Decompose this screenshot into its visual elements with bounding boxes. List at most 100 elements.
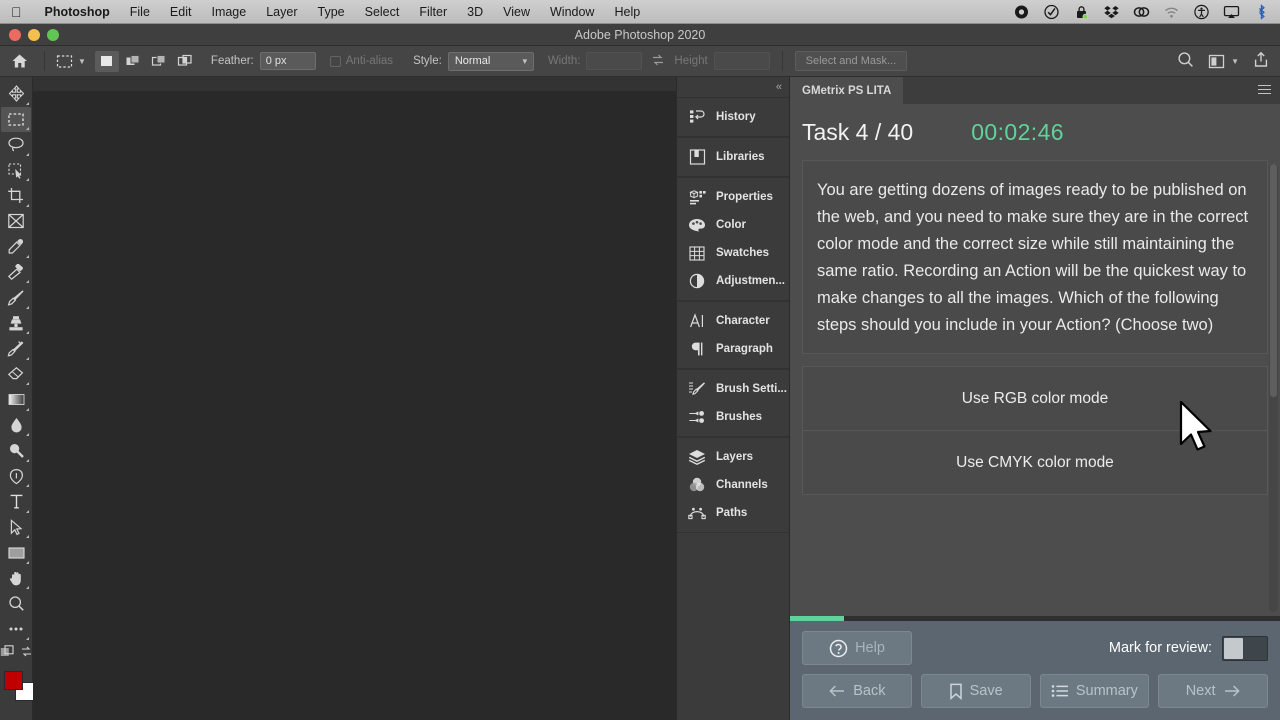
menu-edit[interactable]: Edit: [160, 0, 202, 24]
workspace-switcher[interactable]: ▼: [1208, 54, 1239, 69]
flyout-indicator: [26, 331, 29, 334]
close-window-button[interactable]: [9, 28, 21, 41]
answer-option-cmyk[interactable]: Use CMYK color mode: [802, 430, 1268, 495]
panel-item-brushes[interactable]: Brushes: [677, 403, 789, 431]
search-icon[interactable]: [1177, 51, 1194, 71]
subtract-from-selection-icon[interactable]: [147, 51, 171, 72]
panel-item-libraries[interactable]: Libraries: [677, 143, 789, 171]
anti-alias-checkbox[interactable]: Anti-alias: [329, 55, 393, 67]
wifi-icon[interactable]: [1163, 4, 1180, 20]
color-swatches[interactable]: [1, 665, 34, 701]
lasso-tool[interactable]: [1, 132, 31, 158]
panel-item-paragraph[interactable]: Paragraph: [677, 335, 789, 363]
panel-label: Libraries: [716, 151, 765, 163]
minimize-window-button[interactable]: [28, 28, 40, 41]
dropbox-icon[interactable]: [1103, 4, 1120, 20]
feather-input[interactable]: 0 px: [259, 52, 316, 70]
intersect-selection-icon[interactable]: [173, 51, 197, 72]
options-bar-right: ▼: [1177, 51, 1280, 71]
bluetooth-icon[interactable]: [1253, 3, 1270, 20]
summary-button[interactable]: Summary: [1039, 674, 1150, 708]
home-icon[interactable]: [0, 53, 38, 69]
brush-tool[interactable]: [1, 285, 31, 311]
creative-cloud-icon[interactable]: [1133, 4, 1150, 20]
panel-item-swatches[interactable]: Swatches: [677, 239, 789, 267]
mark-for-review-toggle[interactable]: [1222, 635, 1268, 661]
crop-tool[interactable]: [1, 183, 31, 209]
type-tool[interactable]: [1, 489, 31, 515]
pen-tool[interactable]: [1, 464, 31, 490]
menu-photoshop[interactable]: Photoshop: [35, 0, 120, 24]
help-button[interactable]: Help: [802, 631, 912, 665]
record-circle-icon[interactable]: [1013, 4, 1030, 20]
new-selection-icon[interactable]: [94, 50, 119, 72]
select-and-mask-button[interactable]: Select and Mask...: [794, 51, 908, 71]
apple-logo-icon[interactable]: : [11, 5, 22, 19]
airplay-icon[interactable]: [1223, 4, 1240, 20]
menu-select[interactable]: Select: [355, 0, 410, 24]
chevron-down-icon[interactable]: ▼: [78, 57, 86, 66]
accessibility-icon[interactable]: [1193, 4, 1210, 20]
swap-colors-icon[interactable]: [20, 645, 33, 663]
next-button[interactable]: Next: [1158, 674, 1268, 708]
panel-item-history[interactable]: History: [677, 103, 789, 131]
dodge-tool[interactable]: [1, 438, 31, 464]
menu-window[interactable]: Window: [540, 0, 604, 24]
workspace-icon: [1208, 54, 1225, 68]
style-select[interactable]: Normal ▼: [447, 51, 534, 71]
menu-help[interactable]: Help: [604, 0, 650, 24]
color-palette-icon: [687, 218, 707, 232]
menu-layer[interactable]: Layer: [256, 0, 307, 24]
eyedropper-tool[interactable]: [1, 234, 31, 260]
move-tool[interactable]: [1, 81, 31, 107]
zoom-tool[interactable]: [1, 591, 31, 617]
blur-tool[interactable]: [1, 413, 31, 439]
current-tool-selector[interactable]: ▼: [51, 53, 89, 70]
question-scrollbar[interactable]: [1269, 164, 1278, 612]
edit-toolbar-button[interactable]: [1, 617, 31, 643]
menu-image[interactable]: Image: [201, 0, 256, 24]
menu-filter[interactable]: Filter: [409, 0, 457, 24]
quick-selection-tool[interactable]: [1, 158, 31, 184]
eraser-tool[interactable]: [1, 362, 31, 388]
menu-view[interactable]: View: [493, 0, 540, 24]
panel-item-color[interactable]: Color: [677, 211, 789, 239]
rectangle-tool[interactable]: [1, 540, 31, 566]
panel-item-properties[interactable]: Properties: [677, 183, 789, 211]
quick-mask-icon[interactable]: [0, 645, 15, 663]
menu-file[interactable]: File: [120, 0, 160, 24]
history-brush-tool[interactable]: [1, 336, 31, 362]
save-button[interactable]: Save: [920, 674, 1031, 708]
maximize-window-button[interactable]: [47, 28, 59, 41]
panel-item-brush-settings[interactable]: Brush Setti...: [677, 375, 789, 403]
back-button[interactable]: Back: [802, 674, 912, 708]
canvas-area[interactable]: [33, 77, 676, 720]
scrollbar-thumb[interactable]: [1270, 164, 1277, 397]
tab-gmetrix-ps-lita[interactable]: GMetrix PS LITA: [790, 77, 904, 104]
gradient-tool[interactable]: [1, 387, 31, 413]
panel-item-layers[interactable]: Layers: [677, 443, 789, 471]
panel-item-channels[interactable]: Channels: [677, 471, 789, 499]
answer-option-rgb[interactable]: Use RGB color mode: [802, 366, 1268, 431]
rectangular-marquee-tool[interactable]: [1, 106, 31, 132]
path-selection-tool[interactable]: [1, 515, 31, 541]
width-input[interactable]: [586, 52, 643, 70]
lock-icon[interactable]: [1073, 4, 1090, 20]
panel-menu-button[interactable]: [1258, 77, 1280, 104]
healing-brush-tool[interactable]: [1, 260, 31, 286]
panel-item-adjustments[interactable]: Adjustmen...: [677, 267, 789, 295]
height-input[interactable]: [713, 52, 770, 70]
clone-stamp-tool[interactable]: [1, 311, 31, 337]
dock-collapse-button[interactable]: «: [677, 77, 789, 97]
share-icon[interactable]: [1253, 51, 1269, 71]
checkmark-circle-icon[interactable]: [1043, 4, 1060, 20]
panel-item-character[interactable]: Character: [677, 307, 789, 335]
swap-arrows-icon[interactable]: [651, 53, 665, 70]
foreground-color-swatch[interactable]: [4, 671, 23, 690]
panel-item-paths[interactable]: Paths: [677, 499, 789, 527]
add-to-selection-icon[interactable]: [121, 51, 145, 72]
frame-tool[interactable]: [1, 209, 31, 235]
menu-type[interactable]: Type: [308, 0, 355, 24]
hand-tool[interactable]: [1, 566, 31, 592]
menu-3d[interactable]: 3D: [457, 0, 493, 24]
